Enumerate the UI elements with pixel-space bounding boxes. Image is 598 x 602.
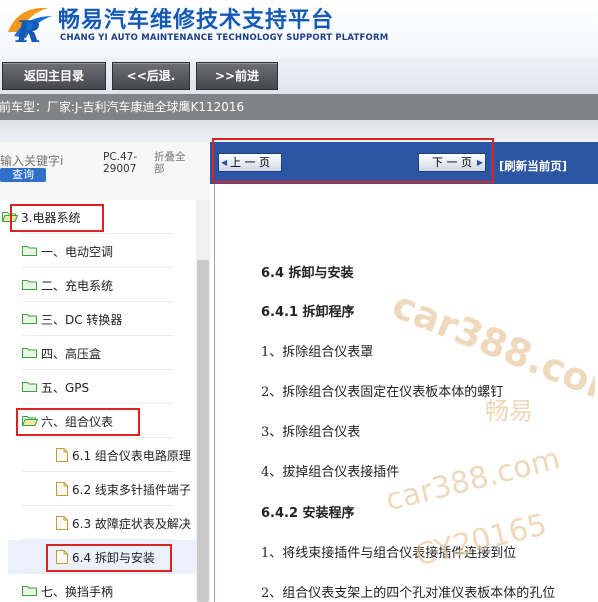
doc-heading: 6.4 拆卸与安装 [261,266,354,281]
doc-paragraph: 1、拆除组合仪表罩 [261,345,374,360]
scrollbar-thumb[interactable] [197,260,209,602]
content-panel: ◀ 上 一 页 下 一 页 ▶ [刷新当前页] 6.4 拆卸与安装 6.4.1 拆… [210,138,598,602]
catalog-tree: 3.电器系统一、电动空调 二、充电系统 三、DC 转换器 四、高压盒五、GPS 六、组合… [0,200,196,602]
arrow-right-icon: ▶ [476,158,483,167]
tree-item[interactable]: 五、GPS [0,370,196,404]
tree-item[interactable]: 6.2 线束多针插件端子 [0,472,196,506]
doc-paragraph: 1、将线束接插件与组合仪表接插件连接到位 [261,546,517,561]
logo-icon: R [8,7,52,46]
collapse-all-link[interactable]: 折叠全部 [154,151,194,175]
home-button[interactable]: 返回主目录 [2,62,106,90]
next-page-button[interactable]: 下 一 页 ▶ [418,153,486,172]
folder-icon [22,278,37,293]
vehicle-value: 厂家:J-吉利汽车康迪全球鹰K112016 [47,100,245,114]
left-panel: 查询 PC.47-29007 折叠全部 3.电器系统一、电动空调二、充电系统三、… [0,142,210,602]
folder-icon [22,346,37,361]
document-view: 6.4 拆卸与安装 6.4.1 拆卸程序 1、拆除组合仪表罩 2、拆除组合仪表固定在仪… [214,184,598,602]
tree-item-label: 三、DC 转换器 [41,313,123,327]
watermark-line-3: car388.com [382,441,563,518]
tree-item[interactable]: 6.3 故障症状表及解决 [0,506,196,540]
tree-item[interactable]: 四、高压盒 [0,336,196,370]
tree-item-label: 四、高压盒 [41,347,102,361]
doc-heading: 6.4.1 拆卸程序 [261,305,355,320]
brand-title: 畅易汽车维修技术支持平台 [58,8,335,33]
tree-item-highlight [16,408,140,436]
doc-paragraph: 3、拆除组合仪表 [261,425,361,440]
tree-item[interactable]: 七、换挡手柄 [0,574,196,602]
tree-item-label: 6.1 组合仪表电路原理 [72,449,191,463]
pager-bar: ◀ 上 一 页 下 一 页 ▶ [刷新当前页] [210,138,598,184]
tree-item-label: 6.3 故障症状表及解决 [72,517,191,531]
tree-scrollbar[interactable] [196,200,210,602]
refresh-page-link[interactable]: [刷新当前页] [499,158,567,174]
doc-paragraph: 2、组合仪表支架上的四个孔对准仪表板本体的孔位 [261,586,556,601]
tree-item-label: 一、电动空调 [41,245,114,259]
toolbar: 返回主目录 <<后退. >>前进 [0,58,598,94]
next-page-label: 下 一 页 [432,156,472,169]
tree-item-highlight [10,204,104,232]
prev-page-button[interactable]: ◀ 上 一 页 [218,153,282,172]
doc-paragraph: 2、拆除组合仪表固定在仪表板本体的螺钉 [261,385,504,400]
tree-item[interactable]: 一、电动空调 [0,234,196,268]
tree-item[interactable]: 二、充电系统 [0,268,196,302]
tree-item[interactable]: 三、DC 转换器 [0,302,196,336]
tree-item-label: 七、换挡手柄 [41,585,114,599]
document-icon [56,482,68,499]
tree-item-label: 6.2 线束多针插件端子 [72,483,191,497]
brand-subtitle: CHANG YI AUTO MAINTENANCE TECHNOLOGY SUP… [60,33,389,43]
watermark-line-4: CY20165 [412,507,551,573]
folder-icon [22,380,37,395]
search-area: 查询 PC.47-29007 折叠全部 [0,142,210,200]
back-button[interactable]: <<后退. [112,62,190,90]
prev-page-label: 上 一 页 [230,156,270,169]
watermark: car388.com 畅易 car388.com CY20165 [382,294,595,574]
tree-item-highlight [46,544,172,572]
search-button[interactable]: 查询 [0,168,46,182]
watermark-line-2: 畅易 [485,397,533,425]
forward-button[interactable]: >>前进 [196,62,278,90]
tree-item[interactable]: 六、组合仪表 [0,404,196,438]
document-icon [56,516,68,533]
tree-item[interactable]: 6.1 组合仪表电路原理 [0,438,196,472]
tree-item-label: 二、充电系统 [41,279,114,293]
app-header: R 畅易汽车维修技术支持平台 CHANG YI AUTO MAINTENANCE… [0,0,598,58]
folder-icon [22,312,37,327]
folder-icon [22,584,37,599]
folder-icon [22,244,37,259]
arrow-left-icon: ◀ [221,158,228,167]
vehicle-label: 前车型： [0,100,48,114]
model-code: PC.47-29007 [103,151,138,175]
tree-item-label: 五、GPS [41,381,90,395]
tree-item[interactable]: 3.电器系统 [0,200,196,234]
doc-heading: 6.4.2 安装程序 [261,506,355,521]
vehicle-bar: 前车型：厂家:J-吉利汽车康迪全球鹰K112016 [0,94,598,120]
tree-item[interactable]: 6.4 拆卸与安装 [0,540,196,574]
document-icon [56,448,68,465]
logo-letter: R [15,15,41,46]
doc-paragraph: 4、拔掉组合仪表接插件 [261,465,400,480]
